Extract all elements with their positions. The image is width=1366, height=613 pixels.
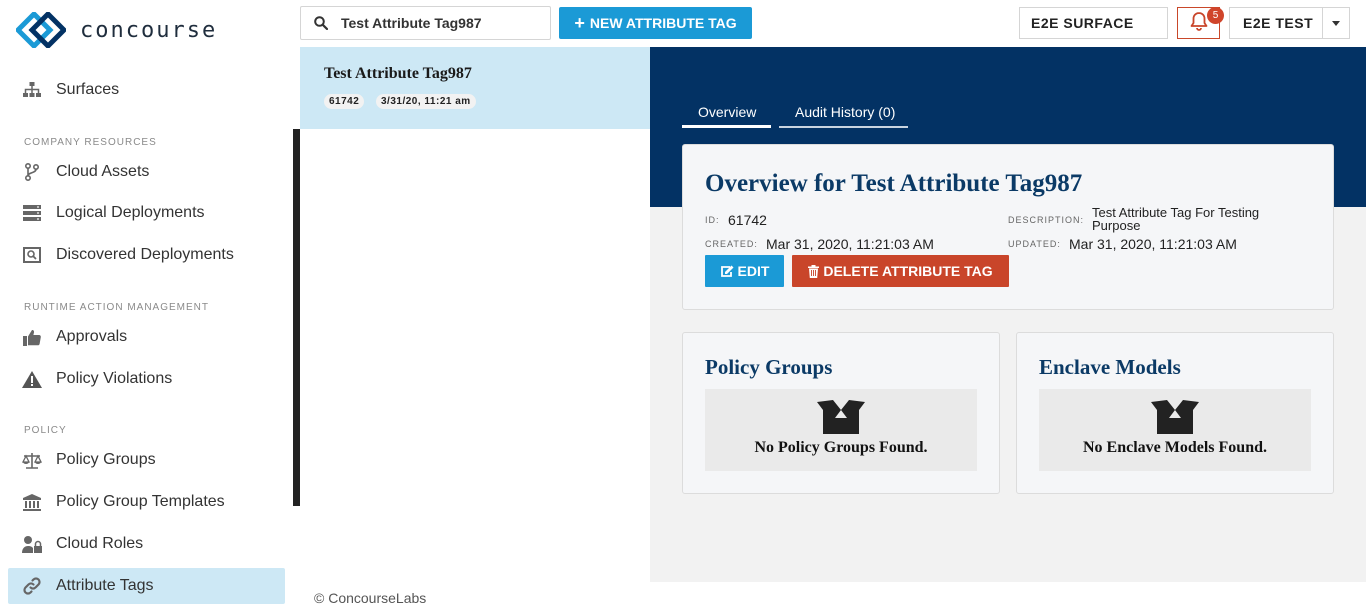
sidebar-item-discovered-deployments[interactable]: Discovered Deployments	[8, 237, 285, 273]
enclave-models-title: Enclave Models	[1039, 355, 1181, 379]
open-box-icon	[1151, 400, 1199, 434]
list-item-title: Test Attribute Tag987	[324, 65, 472, 82]
created-label: CREATED:	[705, 239, 758, 249]
list-item[interactable]: Test Attribute Tag987 61742 3/31/20, 11:…	[300, 47, 650, 129]
bell-icon	[1190, 11, 1208, 36]
copyright-text: © ConcourseLabs	[314, 590, 427, 606]
plus-icon: +	[574, 12, 585, 33]
search-input[interactable]	[341, 15, 541, 31]
description-label: DESCRIPTION:	[1008, 215, 1085, 225]
footer: © ConcourseLabs	[300, 582, 1366, 613]
policy-groups-title: Policy Groups	[705, 355, 833, 379]
surface-selector-label: E2E SURFACE	[1031, 15, 1134, 31]
section-policy: POLICY	[24, 425, 67, 436]
tab-overview-underline	[682, 125, 771, 128]
new-attribute-tag-label: NEW ATTRIBUTE TAG	[589, 15, 737, 31]
search-icon	[301, 16, 341, 30]
edit-icon	[720, 265, 734, 277]
policy-groups-card: Policy Groups No Policy Groups Found.	[682, 332, 1000, 494]
trash-icon	[808, 264, 820, 278]
enclave-models-card: Enclave Models No Enclave Models Found.	[1016, 332, 1334, 494]
app-name: concourse	[80, 17, 218, 43]
sidebar-item-label: Logical Deployments	[56, 204, 205, 221]
chevron-down-icon[interactable]	[1322, 8, 1349, 38]
user-name: E2E TEST	[1243, 15, 1314, 31]
overview-title: Overview for Test Attribute Tag987	[705, 170, 1083, 197]
policy-groups-empty-state: No Policy Groups Found.	[705, 389, 977, 471]
tab-audit-underline	[779, 126, 908, 128]
section-runtime-action-management: RUNTIME ACTION MANAGEMENT	[24, 302, 210, 313]
sidebar-item-attribute-tags[interactable]: Attribute Tags	[8, 568, 285, 604]
warning-triangle-icon	[22, 369, 42, 389]
section-company-resources: COMPANY RESOURCES	[24, 137, 157, 148]
user-lock-icon	[22, 534, 42, 554]
university-icon	[22, 492, 42, 512]
concourse-logo-icon	[16, 12, 66, 48]
sidebar-item-policy-violations[interactable]: Policy Violations	[8, 361, 285, 397]
sidebar-item-label: Surfaces	[56, 81, 120, 98]
sidebar-item-logical-deployments[interactable]: Logical Deployments	[8, 195, 285, 231]
sidebar-item-label: Attribute Tags	[56, 577, 154, 594]
sidebar-item-cloud-roles[interactable]: Cloud Roles	[8, 526, 285, 562]
sidebar: concourse Surfaces COMPANY RESOURCES Clo…	[0, 0, 300, 613]
server-icon	[22, 203, 42, 223]
sidebar-item-label: Discovered Deployments	[56, 246, 234, 263]
link-icon	[22, 576, 42, 596]
sidebar-item-label: Policy Violations	[56, 370, 173, 387]
list-item-id-badge: 61742	[324, 94, 365, 109]
search-bar[interactable]	[300, 6, 551, 40]
sidebar-item-label: Cloud Roles	[56, 535, 144, 552]
updated-label: UPDATED:	[1008, 239, 1061, 249]
sidebar-scrollbar[interactable]	[293, 129, 300, 506]
sidebar-item-cloud-assets[interactable]: Cloud Assets	[8, 154, 285, 190]
sidebar-item-approvals[interactable]: Approvals	[8, 319, 285, 355]
overview-card: Overview for Test Attribute Tag987 ID: 6…	[682, 144, 1334, 310]
sidebar-item-label: Policy Groups	[56, 451, 156, 468]
sidebar-item-surfaces[interactable]: Surfaces	[8, 72, 285, 108]
policy-groups-empty-text: No Policy Groups Found.	[754, 439, 928, 456]
enclave-models-empty-text: No Enclave Models Found.	[1082, 439, 1267, 456]
sidebar-item-label: Approvals	[56, 328, 128, 345]
open-box-icon	[817, 400, 865, 434]
list-item-date-badge: 3/31/20, 11:21 am	[376, 94, 476, 109]
sitemap-icon	[22, 80, 42, 100]
code-branch-icon	[22, 162, 42, 182]
thumbs-up-icon	[22, 327, 42, 347]
delete-button-label: DELETE ATTRIBUTE TAG	[823, 263, 993, 279]
delete-attribute-tag-button[interactable]: DELETE ATTRIBUTE TAG	[792, 255, 1009, 287]
user-menu[interactable]: E2E TEST	[1229, 7, 1350, 39]
surface-selector[interactable]: E2E SURFACE	[1019, 7, 1168, 39]
updated-value: Mar 31, 2020, 11:21:03 AM	[1069, 236, 1237, 252]
sidebar-item-label: Policy Group Templates	[56, 493, 225, 510]
id-value: 61742	[728, 212, 767, 228]
search-server-icon	[22, 245, 42, 265]
app-logo[interactable]: concourse	[16, 12, 217, 48]
balance-scale-icon	[22, 450, 42, 470]
notification-count-badge: 5	[1207, 7, 1224, 24]
edit-button-label: EDIT	[737, 263, 770, 279]
enclave-models-empty-state: No Enclave Models Found.	[1039, 389, 1311, 471]
sidebar-item-policy-groups[interactable]: Policy Groups	[8, 442, 285, 478]
results-list: Test Attribute Tag987 61742 3/31/20, 11:…	[300, 47, 650, 582]
new-attribute-tag-button[interactable]: + NEW ATTRIBUTE TAG	[559, 7, 752, 39]
created-value: Mar 31, 2020, 11:21:03 AM	[766, 236, 934, 252]
description-line: Purpose	[1092, 218, 1141, 233]
sidebar-item-label: Cloud Assets	[56, 163, 150, 180]
edit-button[interactable]: EDIT	[705, 255, 784, 287]
sidebar-item-policy-group-templates[interactable]: Policy Group Templates	[8, 484, 285, 520]
description-value: Test Attribute Tag For Testing Purpose	[1092, 206, 1259, 232]
id-label: ID:	[705, 215, 720, 225]
